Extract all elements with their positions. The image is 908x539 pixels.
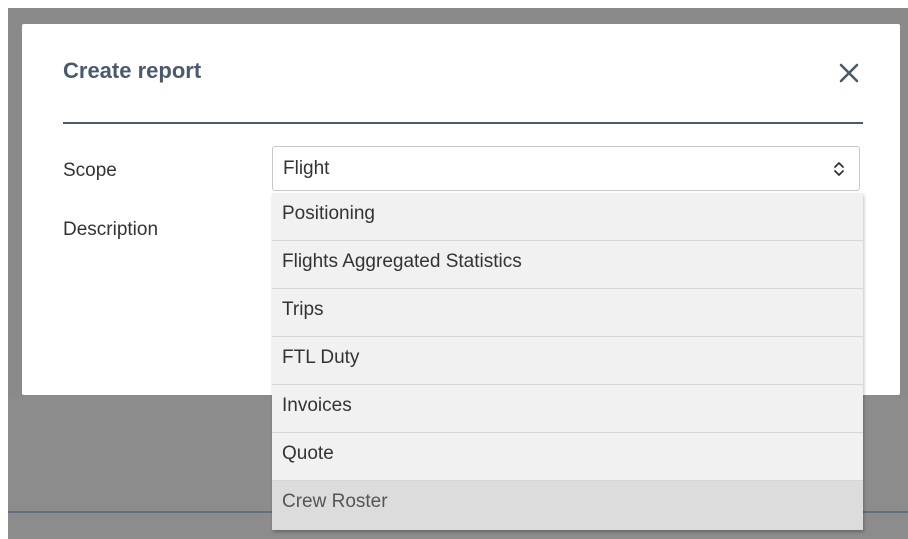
option-label: Flights Aggregated Statistics	[282, 251, 522, 272]
scope-label: Scope	[63, 160, 117, 181]
option-label: Trips	[282, 299, 324, 320]
modal-header-divider	[63, 122, 863, 124]
dropdown-option-quote[interactable]: Quote	[272, 433, 863, 481]
scope-select-value: Flight	[283, 158, 330, 179]
option-label: FTL Duty	[282, 347, 360, 368]
dropdown-option-flights-aggregated-statistics[interactable]: Flights Aggregated Statistics	[272, 241, 863, 289]
option-label: Positioning	[282, 203, 375, 224]
scope-select[interactable]: Flight	[272, 146, 860, 191]
dropdown-option-ftl-duty[interactable]: FTL Duty	[272, 337, 863, 385]
close-icon[interactable]	[834, 58, 864, 88]
option-label: Quote	[282, 443, 334, 464]
option-label: Invoices	[282, 395, 352, 416]
page-top-edge	[0, 0, 908, 8]
dropdown-option-crew-roster[interactable]: Crew Roster	[272, 481, 863, 530]
scope-dropdown-list: Positioning Flights Aggregated Statistic…	[272, 193, 863, 530]
modal-title: Create report	[63, 58, 202, 83]
option-label: Crew Roster	[282, 491, 388, 512]
select-arrows-icon	[833, 159, 845, 179]
dropdown-option-trips[interactable]: Trips	[272, 289, 863, 337]
description-label: Description	[63, 219, 159, 240]
dropdown-option-positioning[interactable]: Positioning	[272, 193, 863, 241]
page-left-edge	[0, 0, 8, 539]
dropdown-option-invoices[interactable]: Invoices	[272, 385, 863, 433]
